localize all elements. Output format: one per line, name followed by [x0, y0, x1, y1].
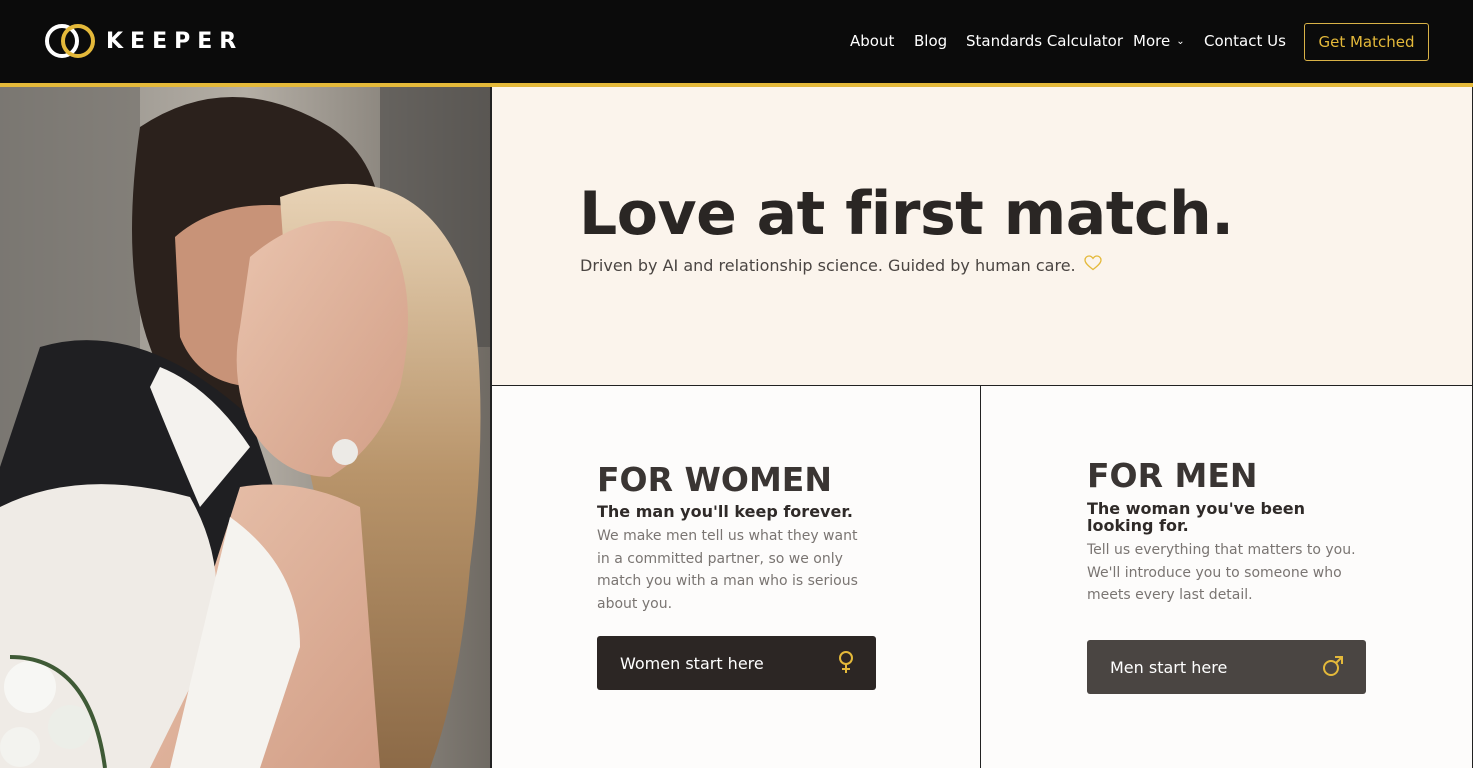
chevron-down-icon: ⌄ — [1176, 36, 1185, 47]
women-subtitle: The man you'll keep forever. — [597, 502, 854, 521]
women-start-label: Women start here — [620, 653, 764, 673]
hero-subline: Driven by AI and relationship science. G… — [580, 255, 1102, 275]
nav-about[interactable]: About — [850, 32, 894, 50]
nav-more-label: More — [1133, 32, 1171, 50]
keeper-logo[interactable]: KEEPER — [44, 22, 243, 60]
men-title: FOR MEN — [1087, 456, 1258, 495]
women-section: FOR WOMEN The man you'll keep forever. W… — [491, 386, 981, 768]
couple-photo — [0, 87, 491, 768]
men-start-label: Men start here — [1110, 657, 1228, 677]
brand-name: KEEPER — [106, 28, 244, 54]
women-start-button[interactable]: Women start here — [597, 636, 876, 690]
men-section: FOR MEN The woman you've been looking fo… — [981, 386, 1473, 768]
nav-contact-us[interactable]: Contact Us — [1204, 32, 1286, 50]
get-matched-button[interactable]: Get Matched — [1304, 23, 1429, 61]
nav-more[interactable]: More ⌄ — [1133, 32, 1185, 50]
site-header: KEEPER About Blog Standards Calculator M… — [0, 0, 1473, 84]
nav-standards-calculator[interactable]: Standards Calculator — [966, 32, 1123, 50]
page-title: Love at first match. — [579, 179, 1234, 249]
male-symbol-icon — [1322, 655, 1344, 681]
women-description: We make men tell us what they want in a … — [597, 528, 858, 612]
men-subtitle: The woman you've been looking for. — [1087, 499, 1306, 535]
nav-blog[interactable]: Blog — [914, 32, 947, 50]
hero-subline-text: Driven by AI and relationship science. G… — [580, 255, 1076, 275]
heart-outline-icon — [1083, 255, 1102, 275]
keeper-rings-logo-icon — [45, 24, 95, 58]
men-start-button[interactable]: Men start here — [1087, 640, 1366, 694]
women-title: FOR WOMEN — [597, 460, 832, 499]
men-description: Tell us everything that matters to you. … — [1087, 542, 1356, 603]
hero-panel: Love at first match. Driven by AI and re… — [491, 87, 1473, 386]
female-symbol-icon — [838, 651, 854, 679]
